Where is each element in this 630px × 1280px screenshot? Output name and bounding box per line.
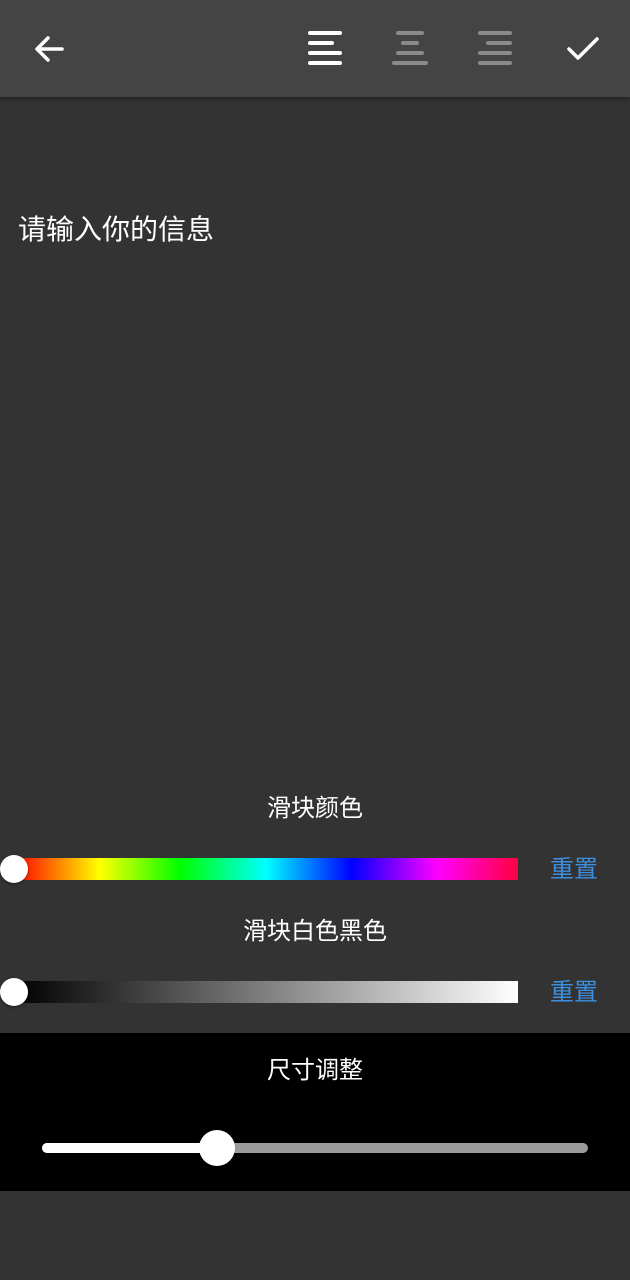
size-slider-thumb[interactable]	[198, 1130, 235, 1166]
bw-slider-track[interactable]	[14, 981, 518, 1003]
hue-slider-thumb[interactable]	[0, 855, 28, 883]
slider-color-label: 滑块颜色	[267, 794, 363, 822]
align-right-icon	[474, 29, 514, 69]
text-editor-screen: 请输入你的信息 滑块颜色 重置 滑块白色黑色 重置 尺寸调整	[0, 0, 630, 1280]
align-left-icon	[306, 29, 346, 69]
size-slider-track[interactable]	[42, 1130, 588, 1166]
back-arrow-icon	[32, 32, 66, 66]
align-right-button[interactable]	[464, 20, 524, 78]
top-toolbar	[0, 0, 630, 97]
hue-slider-track[interactable]	[14, 858, 518, 880]
align-center-icon	[390, 29, 430, 69]
bw-reset-button[interactable]: 重置	[544, 975, 604, 1009]
hue-reset-button[interactable]: 重置	[544, 852, 604, 886]
confirm-button[interactable]	[553, 20, 613, 78]
size-slider-fill	[42, 1143, 217, 1153]
slider-bw-label: 滑块白色黑色	[243, 917, 387, 945]
align-center-button[interactable]	[380, 20, 440, 78]
checkmark-icon	[565, 31, 601, 67]
size-adjust-panel: 尺寸调整	[0, 1033, 630, 1191]
size-adjust-label: 尺寸调整	[267, 1056, 363, 1084]
bw-slider-thumb[interactable]	[0, 978, 28, 1006]
align-left-button[interactable]	[296, 20, 356, 78]
back-button[interactable]	[19, 20, 79, 78]
text-input[interactable]: 请输入你的信息	[18, 208, 612, 252]
